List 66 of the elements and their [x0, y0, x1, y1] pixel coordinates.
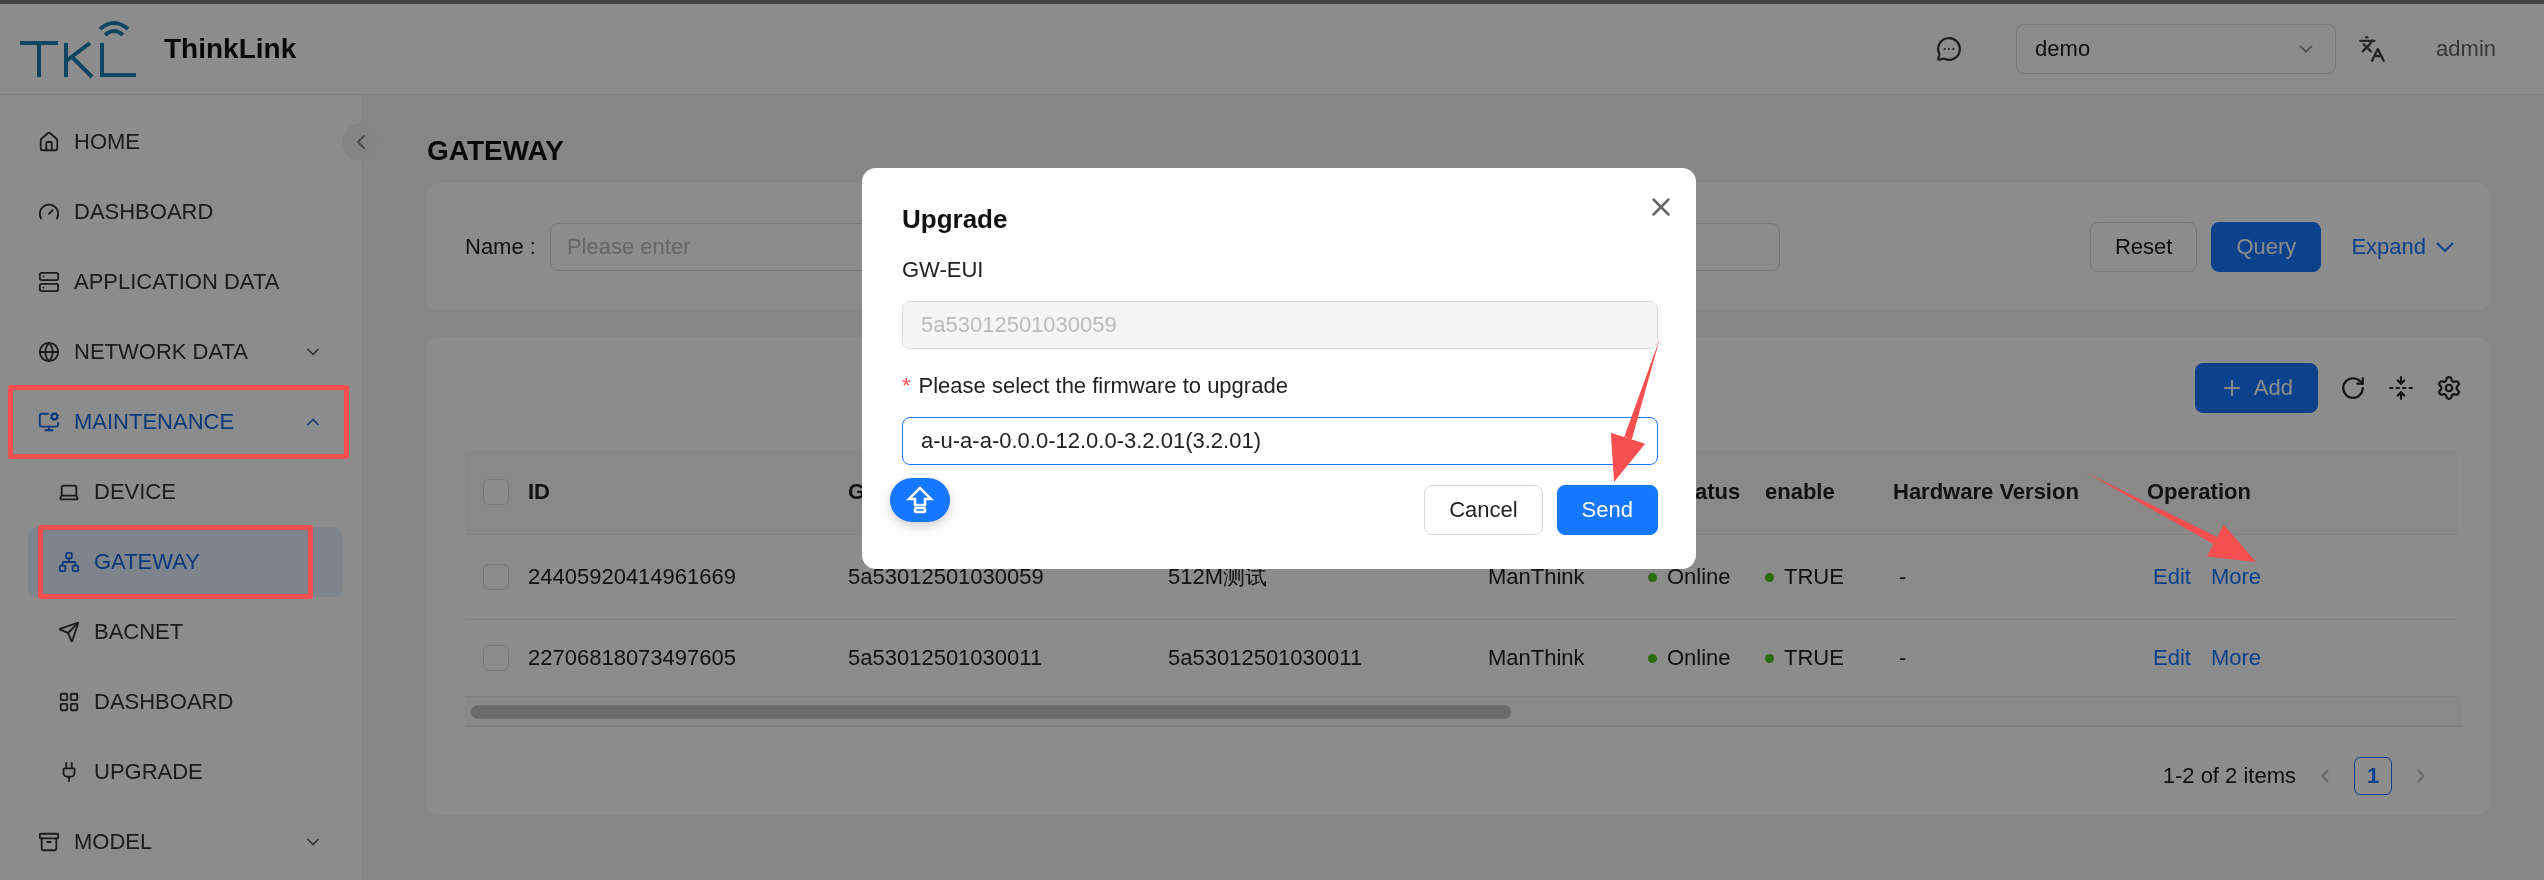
globe-icon [38, 341, 60, 363]
enable-text: TRUE [1784, 645, 1844, 671]
column-header: Hardware Version [1893, 479, 2079, 505]
table-cell: 5a53012501030011 [848, 645, 1043, 671]
submenu-item[interactable]: DASHBOARD [28, 667, 343, 737]
chevron-down-icon [2436, 241, 2454, 252]
home-icon [38, 131, 60, 153]
upload-icon [905, 485, 935, 515]
menu-item[interactable]: NETWORK DATA [18, 317, 343, 387]
status-text: Online [1667, 645, 1731, 671]
page-number[interactable]: 1 [2354, 757, 2392, 795]
page-title: GATEWAY [427, 134, 565, 168]
firmware-select[interactable]: a-u-a-a-0.0.0-12.0.0-3.2.01(3.2.01) [902, 417, 1658, 465]
menu-item[interactable]: MODEL [18, 807, 343, 877]
table-cell: - [1899, 645, 1907, 671]
column-header: ID [528, 479, 550, 505]
project-select[interactable]: demo [2016, 24, 2337, 74]
column-header: enable [1765, 479, 1835, 505]
menu-item[interactable]: HOME [18, 107, 343, 177]
more-link[interactable]: More [2210, 564, 2262, 590]
menu-item[interactable]: DASHBOARD [18, 177, 343, 247]
query-button[interactable]: Query [2211, 221, 2322, 272]
enable-text: TRUE [1784, 564, 1844, 590]
grid-icon [58, 691, 80, 713]
table-cell: ManThink [1488, 645, 1585, 671]
table-cell: 24405920414961669 [528, 564, 736, 590]
archive-icon [38, 831, 60, 853]
cancel-button[interactable]: Cancel [1424, 485, 1543, 535]
reset-button[interactable]: Reset [2089, 221, 2198, 272]
language-icon[interactable] [2358, 35, 2387, 63]
submenu-item[interactable]: UPGRADE [28, 737, 343, 807]
pagination-summary: 1-2 of 2 items [2162, 763, 2296, 789]
monitor-icon [38, 411, 60, 433]
add-button[interactable]: Add [2194, 363, 2318, 413]
table-cell: ManThink [1488, 564, 1585, 590]
status-text: Online [1667, 564, 1731, 590]
refresh-icon[interactable] [2340, 375, 2366, 401]
table-cell: - [1899, 564, 1907, 590]
network-icon [58, 551, 80, 573]
upload-button[interactable] [890, 478, 950, 522]
density-icon[interactable] [2388, 375, 2414, 401]
table-cell: 22706818073497605 [528, 645, 736, 671]
send-button[interactable]: Send [1556, 485, 1658, 535]
submenu-item[interactable]: DEVICE [28, 457, 343, 527]
user-name[interactable]: admin [2436, 36, 2496, 62]
field-label: Please select the firmware to upgrade [918, 373, 1288, 399]
column-header: Operation [2147, 479, 2251, 505]
more-link[interactable]: More [2210, 645, 2262, 671]
expand-link[interactable]: Expand [2351, 233, 2454, 260]
edit-link[interactable]: Edit [2153, 645, 2191, 671]
server-icon [38, 271, 60, 293]
brand-name: ThinkLink [164, 33, 297, 65]
scrollbar-thumb[interactable] [471, 704, 1511, 719]
submenu-item[interactable]: GATEWAY [28, 527, 343, 597]
menu-item[interactable]: MAINTENANCE [18, 387, 343, 457]
send-icon [58, 621, 80, 643]
menu-item[interactable]: APPLICATION DATA [18, 247, 343, 317]
submenu-item[interactable]: BACNET [28, 597, 343, 667]
settings-icon[interactable] [2436, 375, 2462, 401]
field-label: Name : [465, 233, 536, 260]
required-mark: * [902, 373, 911, 399]
table-cell: 5a53012501030059 [848, 564, 1044, 590]
edit-link[interactable]: Edit [2153, 564, 2191, 590]
message-icon[interactable] [1936, 36, 1963, 62]
table-cell: 5a53012501030011 [1168, 645, 1363, 671]
column-header: atus [1695, 479, 1741, 505]
